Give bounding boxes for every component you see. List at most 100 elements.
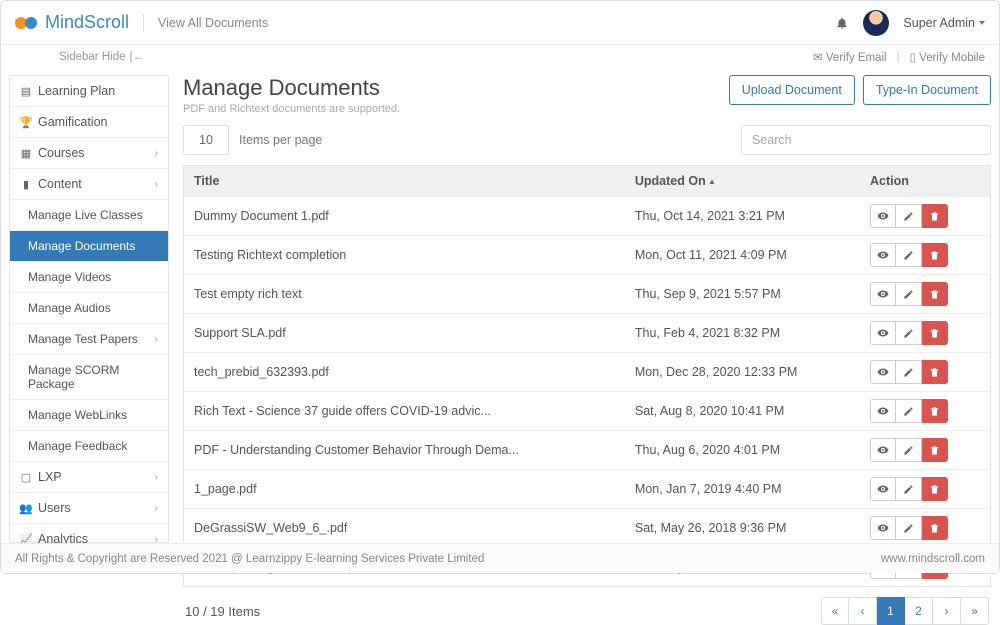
- cell-updated: Thu, Oct 14, 2021 3:21 PM: [635, 209, 870, 223]
- items-per-page-input[interactable]: [183, 125, 229, 155]
- sidebar-item-manage-audios[interactable]: Manage Audios: [10, 293, 168, 324]
- delete-button[interactable]: [922, 321, 948, 345]
- view-button[interactable]: [870, 243, 896, 267]
- items-summary: 10 / 19 Items: [185, 604, 260, 619]
- view-button[interactable]: [870, 516, 896, 540]
- cell-updated: Thu, Aug 6, 2020 4:01 PM: [635, 443, 870, 457]
- sidebar-item-users[interactable]: 👥Users›: [10, 493, 168, 524]
- edit-button[interactable]: [896, 204, 922, 228]
- view-button[interactable]: [870, 204, 896, 228]
- delete-button[interactable]: [922, 516, 948, 540]
- page-last[interactable]: »: [961, 597, 989, 625]
- cell-title: Testing Richtext completion: [194, 248, 635, 262]
- edit-button[interactable]: [896, 516, 922, 540]
- delete-button[interactable]: [922, 399, 948, 423]
- notifications-icon[interactable]: [835, 16, 849, 30]
- col-header-title[interactable]: Title: [194, 174, 635, 188]
- table-row: Testing Richtext completionMon, Oct 11, …: [184, 235, 990, 274]
- brand-logo[interactable]: MindScroll: [15, 12, 129, 33]
- table-row: tech_prebid_632393.pdfMon, Dec 28, 2020 …: [184, 352, 990, 391]
- edit-button[interactable]: [896, 477, 922, 501]
- col-header-updated[interactable]: Updated On: [635, 174, 870, 188]
- sidebar-item-manage-documents[interactable]: Manage Documents: [10, 231, 168, 262]
- topbar: MindScroll View All Documents Super Admi…: [1, 1, 999, 45]
- divider: [143, 14, 144, 32]
- verify-email-link[interactable]: ✉ Verify Email: [813, 50, 887, 64]
- delete-button[interactable]: [922, 204, 948, 228]
- sidebar-item-learning-plan[interactable]: ▤Learning Plan: [10, 76, 168, 107]
- sidebar-item-manage-scorm[interactable]: Manage SCORM Package: [10, 355, 168, 400]
- sidebar-hide-toggle[interactable]: Sidebar Hide |←: [59, 51, 144, 63]
- cell-updated: Sat, Aug 8, 2020 10:41 PM: [635, 404, 870, 418]
- type-in-document-button[interactable]: Type-In Document: [863, 75, 991, 105]
- edit-button[interactable]: [896, 399, 922, 423]
- page-2[interactable]: 2: [905, 597, 933, 625]
- sidebar-item-lxp[interactable]: ▢LXP›: [10, 462, 168, 493]
- brand-logo-icon: [15, 15, 41, 31]
- documents-table: Title Updated On Action Dummy Document 1…: [183, 165, 991, 587]
- user-menu[interactable]: Super Admin: [903, 16, 985, 30]
- footer-site-link[interactable]: www.mindscroll.com: [881, 553, 985, 565]
- verify-mobile-link[interactable]: ▯ Verify Mobile: [910, 50, 985, 64]
- page-prev[interactable]: ‹: [849, 597, 877, 625]
- user-name: Super Admin: [903, 16, 975, 30]
- sidebar-item-manage-feedback[interactable]: Manage Feedback: [10, 431, 168, 462]
- brand-name: MindScroll: [45, 12, 129, 33]
- search-input[interactable]: [741, 125, 991, 155]
- view-button[interactable]: [870, 438, 896, 462]
- collapse-left-icon: |←: [129, 51, 144, 63]
- delete-button[interactable]: [922, 477, 948, 501]
- sidebar-item-gamification[interactable]: 🏆Gamification: [10, 107, 168, 138]
- view-button[interactable]: [870, 477, 896, 501]
- table-row: 1_page.pdfMon, Jan 7, 2019 4:40 PM: [184, 469, 990, 508]
- sidebar-item-manage-weblinks[interactable]: Manage WebLinks: [10, 400, 168, 431]
- view-button[interactable]: [870, 321, 896, 345]
- delete-button[interactable]: [922, 438, 948, 462]
- cell-title: tech_prebid_632393.pdf: [194, 365, 635, 379]
- view-button[interactable]: [870, 360, 896, 384]
- edit-button[interactable]: [896, 282, 922, 306]
- footer: All Rights & Copyright are Reserved 2021…: [1, 543, 999, 573]
- sidebar-item-manage-test-papers[interactable]: Manage Test Papers›: [10, 324, 168, 355]
- footer-copyright: All Rights & Copyright are Reserved 2021…: [15, 553, 484, 565]
- delete-button[interactable]: [922, 243, 948, 267]
- view-button[interactable]: [870, 399, 896, 423]
- edit-button[interactable]: [896, 438, 922, 462]
- avatar[interactable]: [863, 10, 889, 36]
- table-row: Dummy Document 1.pdfThu, Oct 14, 2021 3:…: [184, 196, 990, 235]
- sidebar-item-content[interactable]: ▮Content›: [10, 169, 168, 200]
- edit-button[interactable]: [896, 321, 922, 345]
- cell-updated: Thu, Sep 9, 2021 5:57 PM: [635, 287, 870, 301]
- edit-button[interactable]: [896, 360, 922, 384]
- sidebar-item-manage-live-classes[interactable]: Manage Live Classes: [10, 200, 168, 231]
- cell-updated: Mon, Oct 11, 2021 4:09 PM: [635, 248, 870, 262]
- view-all-documents-link[interactable]: View All Documents: [158, 16, 268, 30]
- edit-button[interactable]: [896, 243, 922, 267]
- table-row: DeGrassiSW_Web9_6_.pdfSat, May 26, 2018 …: [184, 508, 990, 547]
- upload-document-button[interactable]: Upload Document: [729, 75, 855, 105]
- sidebar: ▤Learning Plan 🏆Gamification ▦Courses› ▮…: [9, 75, 169, 543]
- page-1[interactable]: 1: [877, 597, 905, 625]
- cell-title: Dummy Document 1.pdf: [194, 209, 635, 223]
- sidebar-item-courses[interactable]: ▦Courses›: [10, 138, 168, 169]
- cell-title: Support SLA.pdf: [194, 326, 635, 340]
- secondary-bar: Sidebar Hide |← ✉ Verify Email | ▯ Verif…: [1, 45, 999, 69]
- mobile-icon: ▯: [910, 52, 916, 64]
- chevron-right-icon: ›: [155, 334, 158, 345]
- table-row: Test empty rich textThu, Sep 9, 2021 5:5…: [184, 274, 990, 313]
- cell-title: Test empty rich text: [194, 287, 635, 301]
- page-first[interactable]: «: [821, 597, 849, 625]
- caret-down-icon: [979, 21, 985, 25]
- delete-button[interactable]: [922, 282, 948, 306]
- delete-button[interactable]: [922, 360, 948, 384]
- page-next[interactable]: ›: [933, 597, 961, 625]
- users-icon: 👥: [20, 502, 32, 515]
- page-title: Manage Documents: [183, 75, 400, 101]
- sidebar-item-manage-videos[interactable]: Manage Videos: [10, 262, 168, 293]
- file-icon: ▮: [20, 178, 32, 191]
- envelope-icon: ✉: [813, 52, 823, 64]
- cell-updated: Sat, May 26, 2018 9:36 PM: [635, 521, 870, 535]
- table-row: PDF - Understanding Customer Behavior Th…: [184, 430, 990, 469]
- view-button[interactable]: [870, 282, 896, 306]
- table-row: Rich Text - Science 37 guide offers COVI…: [184, 391, 990, 430]
